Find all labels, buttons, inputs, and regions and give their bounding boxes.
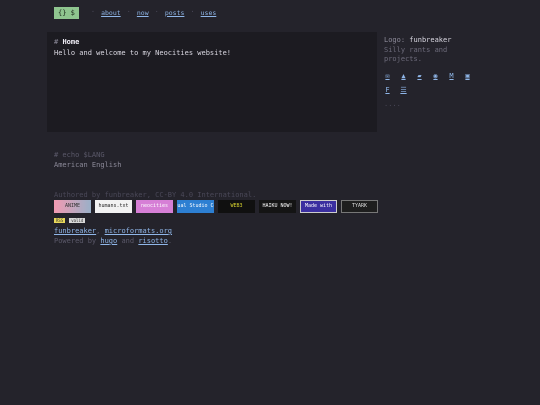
powered-and: and — [121, 237, 135, 245]
web3-badge[interactable]: WEB3 — [218, 200, 255, 213]
heading-hash: # — [54, 38, 59, 46]
lang-value: American English — [54, 161, 122, 170]
card-icon[interactable]: ▣ — [464, 72, 471, 80]
vscode-badge[interactable]: Visual Studio Code — [177, 200, 214, 213]
badge-row: ANIME humans.txt neocities Visual Studio… — [54, 200, 378, 213]
powered-end: . — [167, 237, 173, 245]
top-nav: {} $ · about · now · posts · uses — [54, 7, 216, 19]
f-icon[interactable]: F — [384, 86, 391, 94]
nav-posts-link[interactable]: posts — [165, 9, 185, 17]
rss-badge[interactable]: RSS — [54, 218, 66, 223]
social-icons: ✉ ▲ ▰ ◉ M ▣ F ☰ — [384, 72, 476, 94]
nav-separator: · — [190, 8, 195, 17]
site-name: funbreaker — [409, 36, 452, 44]
humans-txt-badge[interactable]: humans.txt — [95, 200, 132, 213]
nav-uses-link[interactable]: uses — [201, 9, 217, 17]
valid-badge[interactable]: valid — [69, 218, 86, 223]
mastodon-icon[interactable]: M — [448, 72, 455, 80]
nav-now-link[interactable]: now — [137, 9, 149, 17]
powered-by-text: Powered by hugo and risotto. — [54, 237, 172, 246]
neocities-badge[interactable]: neocities — [136, 200, 173, 213]
small-badge-row: RSS valid — [54, 218, 86, 223]
anime-badge[interactable]: ANIME — [54, 200, 91, 213]
made-with-badge[interactable]: Made with — [300, 200, 337, 213]
nav-separator: · — [90, 8, 96, 17]
lang-command: # echo $LANG — [54, 151, 105, 159]
welcome-text: Hello and welcome to my Neocities websit… — [54, 49, 232, 58]
broken-logo-image: Logo: — [384, 36, 406, 44]
nav-separator: · — [126, 8, 131, 17]
hugo-link[interactable]: hugo — [100, 237, 117, 245]
list-icon[interactable]: ☰ — [400, 86, 407, 94]
language-block: # echo $LANG American English — [54, 151, 121, 170]
nav-about-link[interactable]: about — [101, 9, 121, 17]
haiku-badge[interactable]: HAIKU NOW! — [259, 200, 296, 213]
triangle-icon[interactable]: ▲ — [400, 72, 407, 80]
discord-icon[interactable]: ◉ — [432, 72, 439, 80]
chat-icon[interactable]: ▰ — [416, 72, 423, 80]
sidebar-dots: ···· — [384, 102, 401, 111]
license-text: Authored by funbreaker, CC-BY 4.0 Intern… — [54, 191, 257, 199]
nav-separator: · — [154, 8, 159, 17]
footer-links: funbreaker, microformats.org — [54, 227, 173, 235]
microformats-link[interactable]: microformats.org — [105, 227, 172, 235]
main-content-card: # Home Hello and welcome to my Neocities… — [47, 32, 377, 132]
powered-prefix: Powered by — [54, 237, 97, 245]
site-logo[interactable]: {} $ — [54, 7, 79, 19]
page-title: Home — [62, 38, 80, 46]
tyark-badge[interactable]: TYARK — [341, 200, 378, 213]
page-heading: # Home — [54, 38, 370, 47]
risotto-link[interactable]: risotto — [138, 237, 168, 245]
mail-icon[interactable]: ✉ — [384, 72, 391, 80]
funbreaker-link[interactable]: funbreaker — [54, 227, 96, 235]
sidebar: Logo: funbreaker Silly rants and project… — [384, 36, 484, 111]
sidebar-header: Logo: funbreaker — [384, 36, 484, 45]
site-tagline: Silly rants and projects. — [384, 46, 448, 64]
